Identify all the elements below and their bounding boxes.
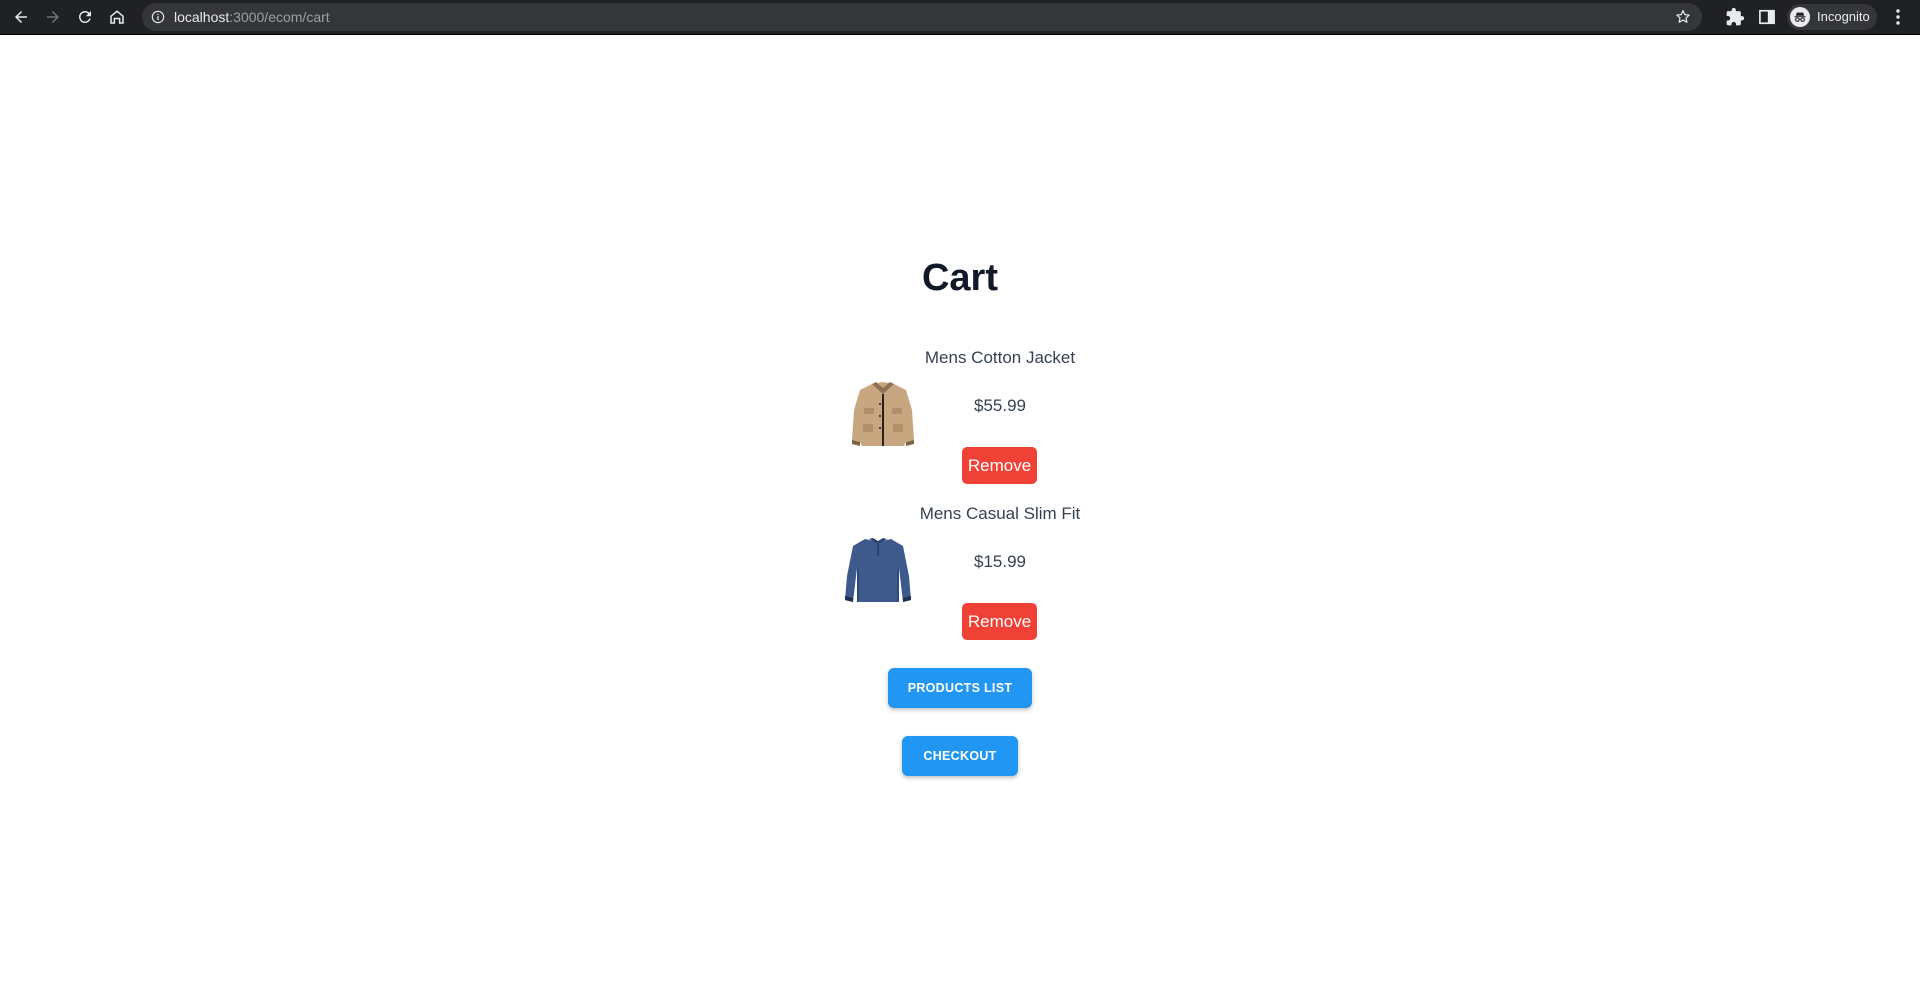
- remove-button[interactable]: Remove: [962, 447, 1037, 484]
- url-host: localhost: [174, 9, 230, 25]
- info-icon[interactable]: [150, 9, 166, 25]
- item-price: $15.99: [974, 552, 1026, 571]
- item-name: Mens Casual Slim Fit: [919, 504, 1081, 523]
- incognito-profile-button[interactable]: Incognito: [1787, 4, 1877, 30]
- side-panel-icon[interactable]: [1757, 7, 1777, 27]
- url-text: localhost:3000/ecom/cart: [174, 9, 330, 25]
- incognito-icon: [1790, 7, 1810, 27]
- checkout-button[interactable]: CHECKOUT: [902, 736, 1018, 776]
- menu-dots-icon[interactable]: [1890, 6, 1906, 28]
- back-arrow-icon[interactable]: [9, 5, 33, 29]
- incognito-label: Incognito: [1817, 9, 1870, 24]
- reload-icon[interactable]: [73, 5, 97, 29]
- page-title: Cart: [921, 257, 999, 299]
- home-icon[interactable]: [105, 5, 129, 29]
- address-bar[interactable]: localhost:3000/ecom/cart: [142, 3, 1702, 31]
- remove-button[interactable]: Remove: [962, 603, 1037, 640]
- forward-arrow-icon[interactable]: [41, 5, 65, 29]
- url-path: :3000/ecom/cart: [229, 9, 330, 25]
- extensions-puzzle-icon[interactable]: [1725, 7, 1745, 27]
- products-list-button[interactable]: PRODUCTS LIST: [888, 668, 1032, 708]
- browser-toolbar: localhost:3000/ecom/cart Incognito: [0, 0, 1920, 35]
- item-name: Mens Cotton Jacket: [924, 348, 1076, 367]
- star-icon[interactable]: [1674, 8, 1692, 26]
- item-price: $55.99: [974, 396, 1026, 415]
